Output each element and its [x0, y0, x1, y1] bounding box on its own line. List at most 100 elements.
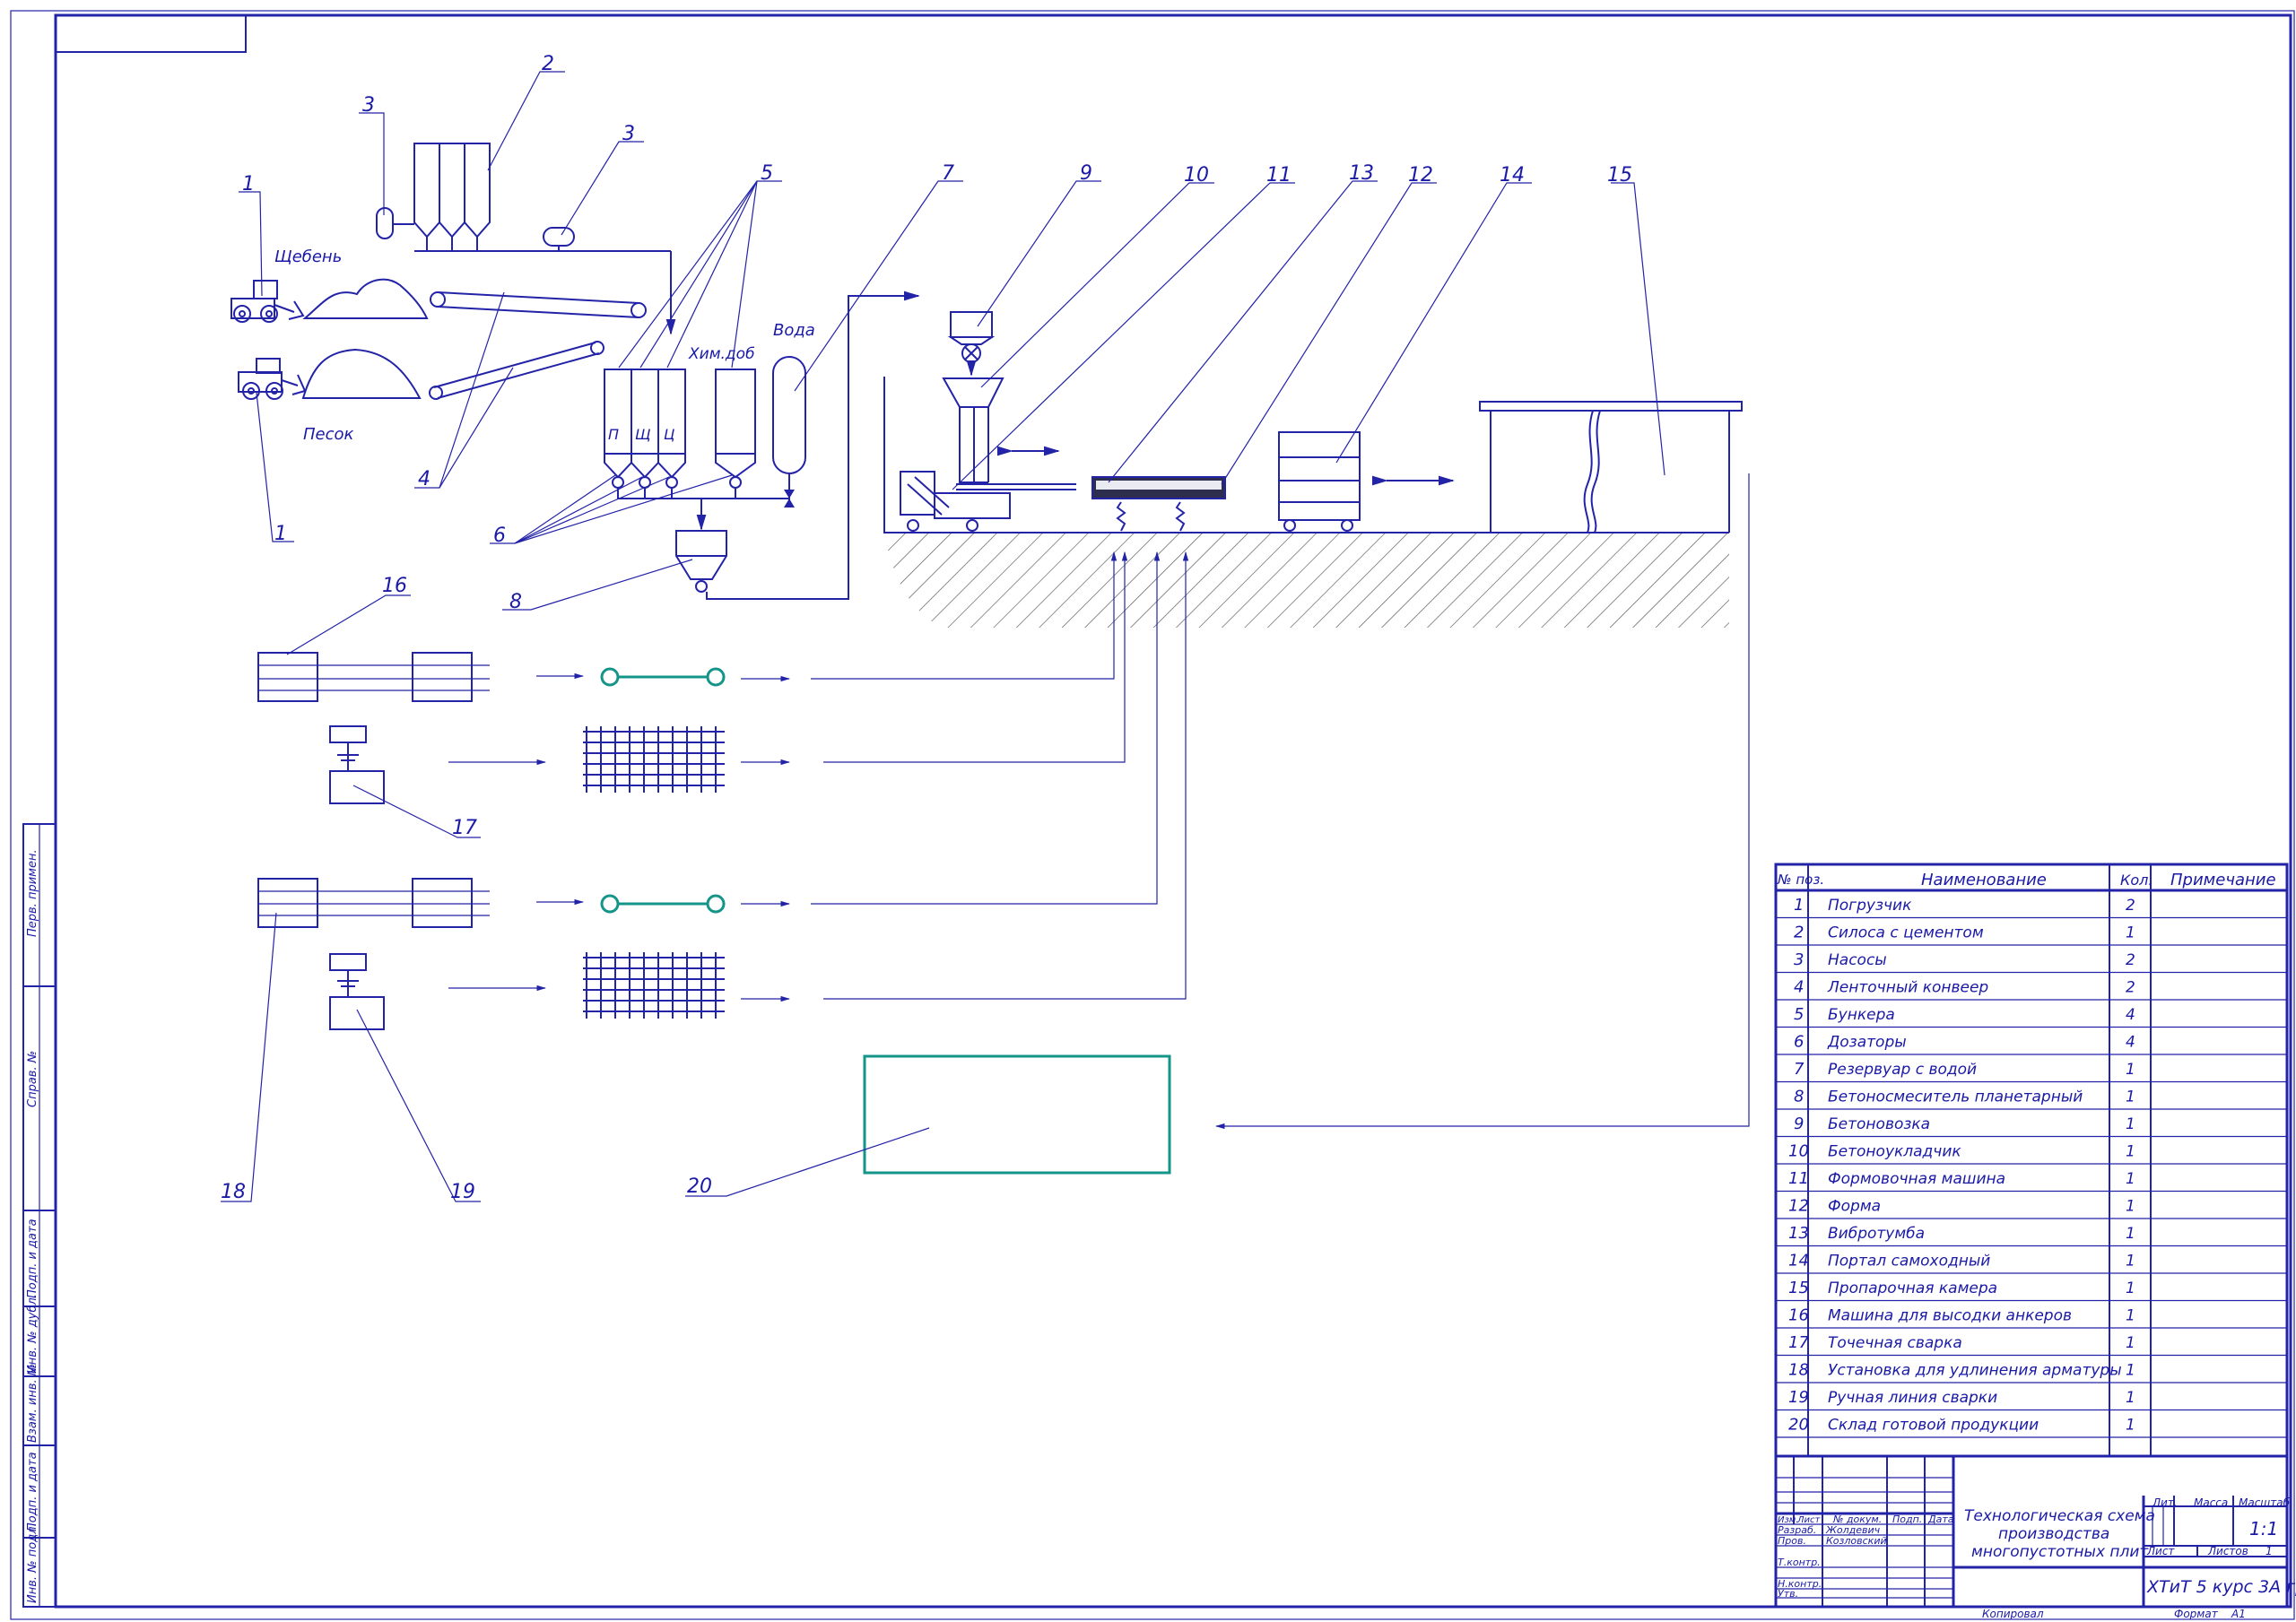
spec-row-name: Ленточный конвеер	[1827, 978, 1988, 996]
callout-3a: 3	[362, 94, 375, 117]
spec-row: 20 Склад готовой продукции 1	[1788, 1415, 2135, 1434]
spec-row: 17 Точечная сварка 1	[1788, 1333, 2135, 1352]
spec-row: 5 Бункера 4	[1794, 1005, 2135, 1024]
spec-row: 14 Портал самоходный 1	[1788, 1251, 2135, 1270]
title-block: Изм. Лист № докум. Подп. Дата Разраб. Жо…	[1774, 1454, 2296, 1620]
spec-row-name: Погрузчик	[1828, 897, 1912, 915]
spec-row-name: Портал самоходный	[1828, 1252, 1990, 1270]
callout-13: 13	[1349, 162, 1374, 185]
callout-16: 16	[382, 575, 407, 597]
spec-row: 16 Машина для высодки анкеров 1	[1788, 1305, 2135, 1324]
label-water: Вода	[773, 321, 815, 340]
tb-col-date: Дата	[1927, 1514, 1954, 1525]
stamp-podp-data-1: Подп. и дата	[26, 1219, 39, 1298]
callout-3b: 3	[622, 123, 635, 145]
stamp-inv-dubl: Инв. № дубл.	[26, 1294, 39, 1374]
tb-format-label: Формат	[2174, 1608, 2219, 1620]
spec-row: 15 Пропарочная камера 1	[1788, 1279, 2135, 1297]
spec-row-pos: 2	[1794, 923, 1804, 941]
spec-row-name: Бункера	[1828, 1006, 1895, 1024]
spec-row-name: Установка для удлинения арматуры	[1828, 1361, 2122, 1379]
callout-leaders	[221, 71, 1665, 1202]
spec-row: 3 Насосы 2	[1794, 950, 2135, 969]
callout-12: 12	[1408, 164, 1433, 186]
callout-numbers: 1 1 2 3 3 4 5 6 7 8 9 10 11 13 12 14 15 …	[221, 53, 1632, 1203]
tb-scale-value: 1:1	[2249, 1518, 2278, 1540]
spec-row-qty: 1	[2126, 1061, 2135, 1079]
spec-row: 19 Ручная линия сварки 1	[1788, 1388, 2135, 1407]
callout-20: 20	[687, 1175, 712, 1198]
spec-row-name: Машина для высодки анкеров	[1828, 1306, 2072, 1324]
spec-row-name: Точечная сварка	[1828, 1334, 1962, 1352]
spec-row-pos: 9	[1794, 1115, 1804, 1133]
tb-org: ХТиТ 5 курс 3А группа	[2146, 1577, 2296, 1597]
stamp-podp-data-2: Подп. и дата	[26, 1452, 39, 1531]
callout-9: 9	[1080, 162, 1092, 185]
callout-6: 6	[493, 525, 506, 547]
spec-row-name: Дозаторы	[1827, 1033, 1907, 1051]
spec-row-qty: 4	[2126, 1006, 2135, 1024]
spec-row: 6 Дозаторы 4	[1794, 1032, 2135, 1051]
spec-row: 18 Установка для удлинения арматуры 1	[1788, 1360, 2135, 1379]
callout-19: 19	[450, 1181, 475, 1203]
spec-row-pos: 11	[1788, 1169, 1809, 1188]
tb-utv-label: Утв.	[1778, 1588, 1798, 1600]
spec-row: 13 Вибротумба 1	[1788, 1224, 2135, 1243]
spec-row-qty: 1	[2126, 1225, 2135, 1243]
spec-row-pos: 14	[1788, 1251, 1809, 1270]
label-bunker-ts: Ц	[664, 426, 674, 443]
steam-chamber	[1479, 401, 1743, 533]
spec-row-name: Силоса с цементом	[1828, 924, 1984, 941]
stamp-perv-primen: Перв. примен.	[26, 849, 39, 937]
callout-14: 14	[1500, 164, 1525, 186]
spec-row-qty: 1	[2126, 1279, 2135, 1297]
tb-scale: Масштаб	[2239, 1496, 2291, 1509]
self-propelled-portal	[1278, 431, 1361, 532]
spec-row-name: Формовочная машина	[1828, 1170, 2005, 1188]
callout-17: 17	[452, 817, 477, 839]
anchor-machine	[257, 652, 490, 702]
spec-header-pos: № поз.	[1777, 872, 1824, 888]
spec-row-pos: 3	[1794, 950, 1804, 969]
spec-table: № поз. Наименование Кол. Примечание 1 Пог…	[1774, 863, 2289, 1458]
spec-row: 4 Ленточный конвеер 2	[1794, 977, 2135, 996]
spec-row-pos: 16	[1788, 1305, 1809, 1324]
pump-left	[376, 207, 394, 239]
label-bunker-p: П	[608, 426, 619, 443]
callout-15: 15	[1607, 164, 1632, 186]
callout-1b: 1	[274, 523, 287, 545]
tb-copied: Копировал	[1982, 1608, 2044, 1620]
spec-row-name: Бетоносмеситель планетарный	[1828, 1088, 2083, 1106]
spec-row-name: Бетоновозка	[1828, 1115, 1930, 1133]
chem-additive-bunker	[715, 369, 756, 489]
manual-welding-line	[329, 953, 385, 1030]
water-tank	[772, 356, 806, 474]
planetary-mixer	[675, 530, 727, 593]
spec-row-qty: 2	[2126, 978, 2135, 996]
callout-18: 18	[221, 1181, 246, 1203]
tb-title-line1: Технологическая схема	[1964, 1507, 2155, 1525]
spec-row-name: Пропарочная камера	[1828, 1279, 1997, 1297]
stamp-sprav-no: Справ. №	[26, 1051, 39, 1107]
pump-right	[543, 227, 575, 247]
spec-row-qty: 2	[2126, 897, 2135, 915]
tb-prov-label: Пров.	[1778, 1535, 1806, 1547]
spec-row-qty: 1	[2126, 1389, 2135, 1407]
stamp-inv-podl: Инв. № подл.	[26, 1522, 39, 1603]
cement-silos	[413, 143, 671, 252]
spec-row-qty: 1	[2126, 1142, 2135, 1160]
spec-row-qty: 1	[2126, 1361, 2135, 1379]
spec-row-pos: 10	[1788, 1141, 1809, 1160]
concrete-paver	[942, 377, 1004, 483]
spec-header-note: Примечание	[2170, 871, 2276, 889]
label-bunker-sch: Щ	[635, 426, 651, 443]
spec-row-qty: 1	[2126, 1334, 2135, 1352]
spec-row-pos: 13	[1788, 1224, 1809, 1243]
spec-row-qty: 1	[2126, 1115, 2135, 1133]
spec-row: 7 Резервуар с водой 1	[1794, 1060, 2135, 1079]
spec-row-pos: 8	[1794, 1087, 1804, 1106]
spec-row-pos: 5	[1794, 1005, 1804, 1024]
spec-row-name: Форма	[1828, 1197, 1881, 1215]
spec-row-name: Вибротумба	[1828, 1225, 1925, 1243]
spec-row: 9 Бетоновозка 1	[1794, 1115, 2135, 1133]
